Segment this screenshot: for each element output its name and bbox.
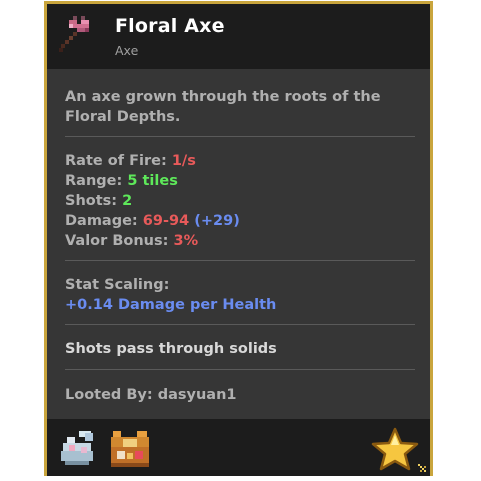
stat-scaling-section: Stat Scaling: +0.14 Damage per Health: [65, 261, 415, 325]
special-effect-section: Shots pass through solids: [65, 325, 415, 370]
item-title: Floral Axe: [115, 15, 225, 37]
stat-scaling-value: +0.14 Damage per Health: [65, 297, 277, 313]
stat-label: Rate of Fire:: [65, 153, 167, 169]
sack-icon[interactable]: [59, 429, 99, 467]
tooltip-body: An axe grown through the roots of the Fl…: [65, 69, 415, 405]
stat-range: Range: 5 tiles: [65, 171, 415, 191]
stat-label: Valor Bonus:: [65, 233, 169, 249]
treasure-chest-icon[interactable]: [109, 429, 153, 469]
looted-by: Looted By: dasyuan1: [65, 385, 415, 405]
stat-label: Range:: [65, 173, 123, 189]
stat-value: 1/s: [171, 153, 196, 169]
stat-label: Shots:: [65, 193, 118, 209]
stat-shots: Shots: 2: [65, 191, 415, 211]
special-effect: Shots pass through solids: [65, 341, 277, 357]
item-tooltip: Floral Axe Axe An axe grown through the …: [44, 1, 433, 476]
looted-player: dasyuan1: [157, 387, 237, 403]
item-type: Axe: [115, 43, 139, 58]
looted-label: Looted By:: [65, 387, 153, 403]
floral-axe-icon: [59, 16, 89, 52]
stat-value: 2: [122, 193, 133, 209]
star-icon[interactable]: [369, 427, 421, 471]
stat-label: Damage:: [65, 213, 138, 229]
stat-value: 5 tiles: [127, 173, 178, 189]
stat-valor-bonus: Valor Bonus: 3%: [65, 231, 415, 251]
description-section: An axe grown through the roots of the Fl…: [65, 69, 415, 137]
tooltip-footer: [47, 419, 430, 476]
stat-scaling-label: Stat Scaling:: [65, 277, 170, 293]
stat-value: 3%: [173, 233, 199, 249]
tooltip-header: Floral Axe Axe: [47, 4, 430, 69]
resize-grip-icon[interactable]: [416, 462, 428, 474]
item-description: An axe grown through the roots of the Fl…: [65, 89, 381, 125]
stat-rate-of-fire: Rate of Fire: 1/s: [65, 151, 415, 171]
stat-damage: Damage: 69-94 (+29): [65, 211, 415, 231]
looted-section: Looted By: dasyuan1: [65, 370, 415, 405]
stat-value: 69-94: [142, 213, 190, 229]
stats-section: Rate of Fire: 1/s Range: 5 tiles Shots: …: [65, 137, 415, 261]
stat-bonus: (+29): [194, 213, 240, 229]
